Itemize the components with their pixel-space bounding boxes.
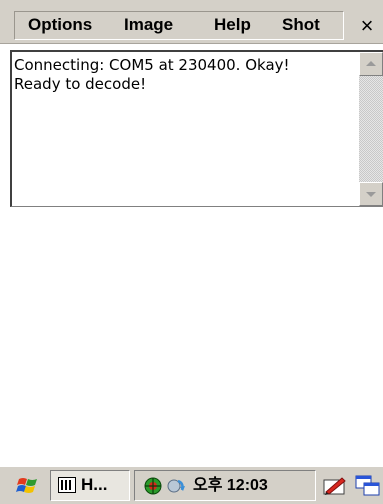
- activesync-icon[interactable]: [166, 477, 186, 495]
- clock-time: 12:03: [226, 477, 268, 494]
- arrow-up-icon: [366, 61, 376, 66]
- menu-shot[interactable]: Shot: [282, 13, 320, 37]
- barcode-icon: [58, 477, 76, 493]
- task-button-label: H...: [81, 475, 108, 494]
- menu-options[interactable]: Options: [28, 13, 92, 37]
- network-icon[interactable]: [143, 476, 163, 496]
- menu-help[interactable]: Help: [214, 13, 251, 37]
- clock[interactable]: 오후 12:03: [193, 476, 268, 496]
- arrow-down-icon: [366, 192, 376, 197]
- output-line: Connecting: COM5 at 230400. Okay!: [14, 56, 290, 74]
- task-button[interactable]: H...: [50, 470, 130, 501]
- taskbar: H... 오후 12:03: [0, 466, 383, 504]
- clock-ampm: 오후: [193, 477, 223, 494]
- scroll-down-button[interactable]: [359, 182, 383, 206]
- output-text: Connecting: COM5 at 230400. Okay! Ready …: [14, 56, 354, 94]
- windows-flag-icon[interactable]: [16, 475, 40, 497]
- system-tray: 오후 12:03: [134, 470, 316, 501]
- close-button[interactable]: ×: [352, 11, 382, 41]
- menu-bar: Options Image Help Shot ×: [0, 0, 383, 44]
- menu-image[interactable]: Image: [124, 13, 173, 37]
- vertical-scrollbar[interactable]: [359, 52, 383, 206]
- keyboard-pen-icon[interactable]: [322, 474, 348, 498]
- screen: Options Image Help Shot × Connecting: CO…: [0, 0, 383, 504]
- scroll-up-button[interactable]: [359, 52, 383, 76]
- window-switch-icon[interactable]: [355, 474, 381, 498]
- output-line: Ready to decode!: [14, 75, 147, 93]
- output-textbox[interactable]: Connecting: COM5 at 230400. Okay! Ready …: [10, 50, 383, 207]
